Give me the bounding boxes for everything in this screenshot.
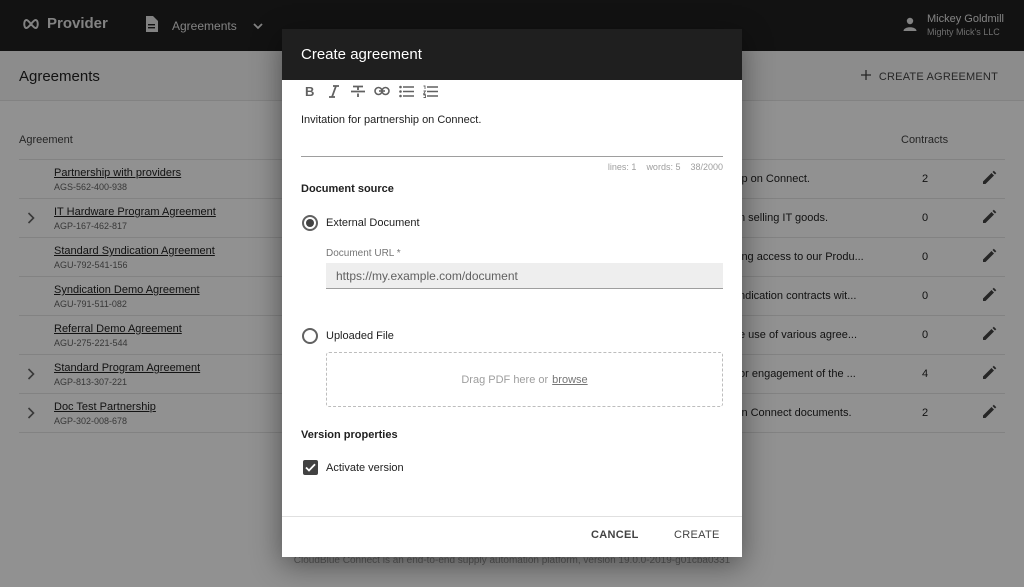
create-agreement-dialog: Create agreement B Invitation for partne…	[282, 29, 742, 557]
words-count: words: 5	[646, 162, 681, 172]
numbered-list-icon[interactable]	[421, 83, 439, 99]
svg-text:B: B	[305, 85, 314, 98]
bold-icon[interactable]: B	[301, 83, 319, 99]
browse-link[interactable]: browse	[552, 374, 587, 386]
italic-icon[interactable]	[325, 83, 343, 99]
document-url-label: Document URL *	[326, 248, 401, 259]
external-document-label[interactable]: External Document	[326, 217, 420, 229]
editor-underline	[301, 156, 723, 157]
check-icon	[305, 459, 316, 477]
link-icon[interactable]	[373, 83, 391, 99]
bulleted-list-icon[interactable]	[397, 83, 415, 99]
external-document-radio[interactable]	[302, 215, 318, 231]
chars-count: 38/2000	[690, 162, 723, 172]
dialog-header: Create agreement	[282, 29, 742, 80]
uploaded-file-radio[interactable]	[302, 328, 318, 344]
editor-toolbar: B	[301, 83, 439, 99]
version-properties-heading: Version properties	[301, 429, 398, 441]
lines-count: lines: 1	[607, 162, 637, 172]
dropzone-text: Drag PDF here or	[461, 373, 549, 386]
strikethrough-icon[interactable]	[349, 83, 367, 99]
activate-version-label[interactable]: Activate version	[326, 462, 404, 474]
dialog-title: Create agreement	[301, 46, 422, 63]
cancel-button[interactable]: CANCEL	[591, 529, 639, 541]
uploaded-file-label[interactable]: Uploaded File	[326, 330, 394, 342]
pdf-dropzone[interactable]: Drag PDF here or browse	[326, 352, 723, 407]
create-button[interactable]: CREATE	[674, 529, 720, 541]
editor-stats: lines: 1 words: 5 38/2000	[608, 162, 723, 172]
document-url-input[interactable]	[326, 263, 723, 289]
dialog-footer-divider	[282, 516, 742, 517]
description-editor[interactable]: Invitation for partnership on Connect.	[301, 114, 481, 126]
document-source-heading: Document source	[301, 183, 394, 195]
activate-version-checkbox[interactable]	[303, 460, 318, 475]
